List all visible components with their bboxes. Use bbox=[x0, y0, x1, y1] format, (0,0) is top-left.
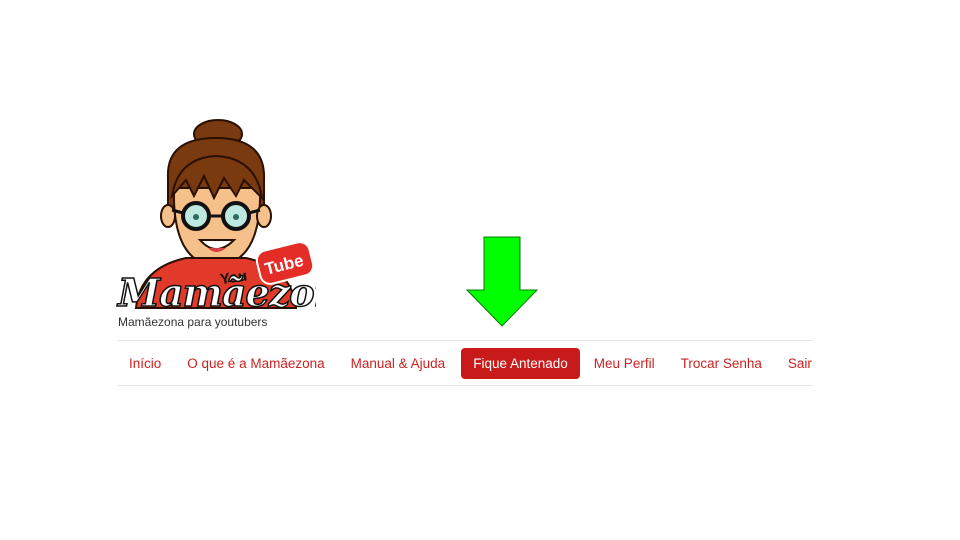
nav-item-sair[interactable]: Sair bbox=[776, 348, 824, 379]
arrow-down-icon bbox=[465, 236, 539, 328]
nav-item-fique-antenado[interactable]: Fique Antenado bbox=[461, 347, 580, 379]
mamaezona-mascot-icon: Tube You Mamãezona bbox=[116, 119, 316, 313]
main-navbar: Início O que é a Mamãezona Manual & Ajud… bbox=[117, 340, 813, 386]
page: Tube You Mamãezona Mamãezona para youtub… bbox=[0, 0, 960, 540]
nav-item-o-que-e[interactable]: O que é a Mamãezona bbox=[175, 348, 336, 379]
site-tagline: Mamãezona para youtubers bbox=[118, 315, 268, 329]
nav-item-inicio[interactable]: Início bbox=[117, 348, 173, 379]
nav-item-manual-ajuda[interactable]: Manual & Ajuda bbox=[339, 348, 458, 379]
nav-item-trocar-senha[interactable]: Trocar Senha bbox=[669, 348, 774, 379]
svg-text:Mamãezona: Mamãezona bbox=[116, 270, 316, 313]
site-logo[interactable]: Tube You Mamãezona bbox=[116, 118, 316, 313]
nav-item-meu-perfil[interactable]: Meu Perfil bbox=[582, 348, 667, 379]
